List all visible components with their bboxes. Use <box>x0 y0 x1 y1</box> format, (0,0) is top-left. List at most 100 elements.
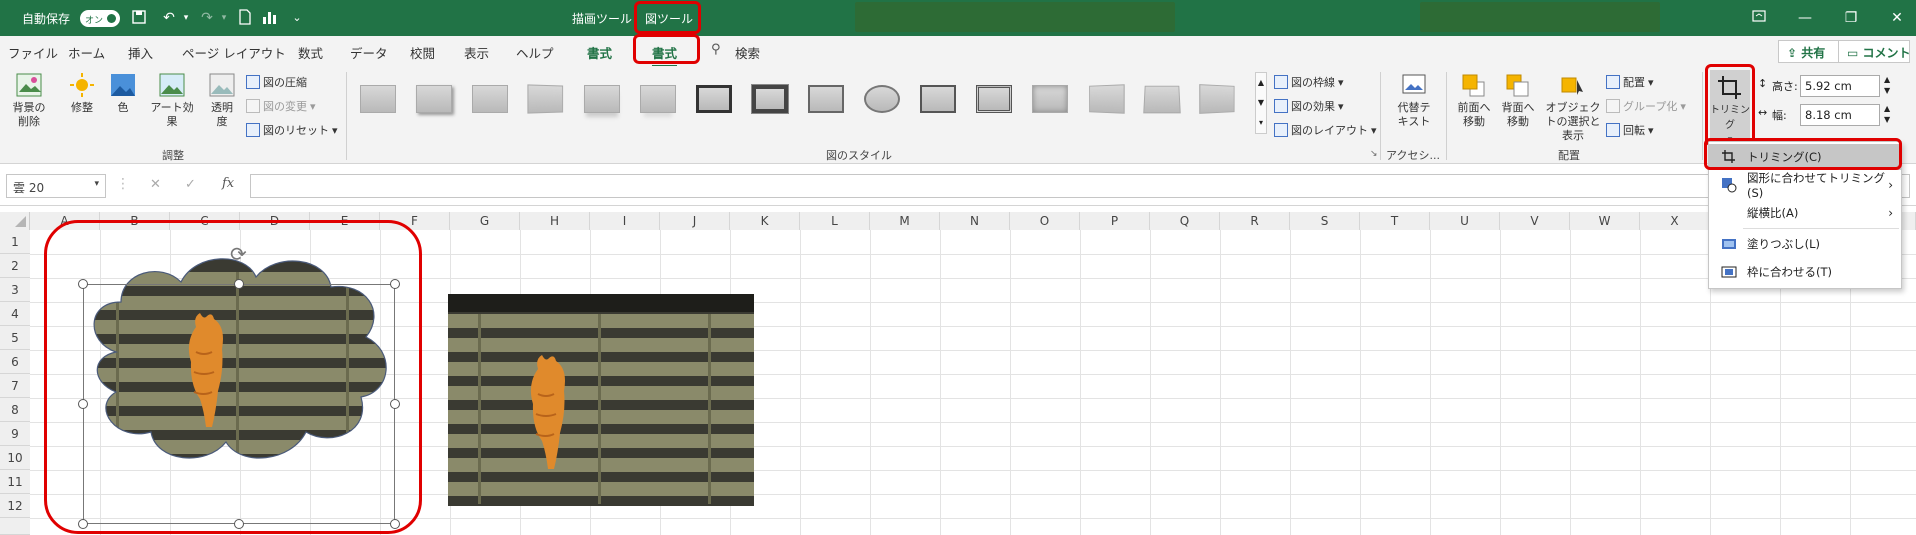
close-icon[interactable]: ✕ <box>1886 7 1908 29</box>
tab-file[interactable]: ファイル <box>8 43 58 62</box>
row-header[interactable]: 12 <box>0 494 30 518</box>
column-header[interactable]: I <box>590 212 660 230</box>
height-input[interactable]: 5.92 cm <box>1800 75 1880 97</box>
reset-picture-button[interactable]: 図のリセット ▾ <box>246 122 338 138</box>
quick-print-icon[interactable] <box>236 9 254 27</box>
picture-style-16[interactable] <box>1196 80 1240 120</box>
artistic-effects-button[interactable]: アート効果 <box>146 72 198 129</box>
picture-style-15[interactable] <box>1140 80 1184 120</box>
tab-page-layout[interactable]: ページ レイアウト <box>182 43 286 62</box>
undo-icon[interactable]: ↶ <box>160 9 178 27</box>
row-header[interactable]: 5 <box>0 326 30 350</box>
menu-item-fit[interactable]: 枠に合わせる(T) <box>1709 259 1901 285</box>
picture-style-6[interactable] <box>636 80 680 120</box>
tab-view[interactable]: 表示 <box>464 43 489 62</box>
color-button[interactable]: 色 <box>108 72 138 115</box>
tab-review[interactable]: 校閲 <box>410 43 435 62</box>
picture-layout-button[interactable]: 図のレイアウト ▾ <box>1274 122 1377 138</box>
column-header[interactable]: X <box>1640 212 1710 230</box>
drag-handle-icon[interactable]: ⋮ <box>116 176 130 192</box>
tab-help[interactable]: ヘルプ <box>516 43 554 62</box>
gallery-up-icon[interactable]: ▲ <box>1256 73 1266 93</box>
column-header[interactable]: L <box>800 212 870 230</box>
row-header[interactable]: 11 <box>0 470 30 494</box>
picture-border-button[interactable]: 図の枠線 ▾ <box>1274 74 1344 90</box>
ribbon-display-options-icon[interactable] <box>1748 7 1770 29</box>
minimize-icon[interactable]: — <box>1794 7 1816 29</box>
select-all-corner[interactable] <box>0 212 30 230</box>
column-header[interactable]: M <box>870 212 940 230</box>
width-input[interactable]: 8.18 cm <box>1800 104 1880 126</box>
column-header[interactable]: R <box>1220 212 1290 230</box>
picture-style-10[interactable] <box>860 80 904 120</box>
tab-insert[interactable]: 挿入 <box>128 43 153 62</box>
chart-icon[interactable] <box>260 9 278 27</box>
column-header[interactable]: T <box>1360 212 1430 230</box>
insert-function-icon[interactable]: fx <box>222 176 234 191</box>
column-header[interactable]: V <box>1500 212 1570 230</box>
column-header[interactable]: P <box>1080 212 1150 230</box>
picture-style-11[interactable] <box>916 80 960 120</box>
picture-style-1[interactable] <box>356 80 400 120</box>
menu-item-aspect-ratio[interactable]: 縦横比(A) › <box>1709 200 1901 226</box>
autosave-toggle[interactable]: オン <box>80 10 120 27</box>
picture-style-4[interactable] <box>524 80 568 120</box>
row-header[interactable]: 7 <box>0 374 30 398</box>
row-header[interactable]: 2 <box>0 254 30 278</box>
column-header[interactable]: J <box>660 212 730 230</box>
gallery-down-icon[interactable]: ▼ <box>1256 93 1266 113</box>
picture-style-3[interactable] <box>468 80 512 120</box>
bring-forward-button[interactable]: 前面へ移動 <box>1452 72 1496 129</box>
search-icon[interactable]: ⚲ <box>711 42 721 57</box>
tab-formulas[interactable]: 数式 <box>298 43 323 62</box>
menu-item-crop-to-shape[interactable]: 図形に合わせてトリミング(S) › <box>1709 171 1901 200</box>
tab-home[interactable]: ホーム <box>68 43 105 62</box>
picture-style-5[interactable] <box>580 80 624 120</box>
alt-text-button[interactable]: 代替テキスト <box>1390 72 1438 129</box>
send-backward-button[interactable]: 背面へ移動 <box>1496 72 1540 129</box>
undo-dropdown-icon[interactable]: ▾ <box>177 9 195 27</box>
row-header[interactable]: 6 <box>0 350 30 374</box>
row-header[interactable]: 10 <box>0 446 30 470</box>
restore-icon[interactable]: ❐ <box>1840 7 1862 29</box>
column-header[interactable]: N <box>940 212 1010 230</box>
row-header[interactable]: 1 <box>0 230 30 254</box>
row-header[interactable]: 4 <box>0 302 30 326</box>
column-header[interactable]: H <box>520 212 590 230</box>
picture-effects-button[interactable]: 図の効果 ▾ <box>1274 98 1344 114</box>
picture-style-12[interactable] <box>972 80 1016 120</box>
dialog-launcher-icon[interactable]: ↘ <box>1370 149 1378 159</box>
picture-style-2[interactable] <box>412 80 456 120</box>
comments-button[interactable]: ▭ コメント <box>1838 40 1911 63</box>
tab-drawing-format[interactable]: 書式 <box>587 43 612 62</box>
remove-background-button[interactable]: 背景の削除 <box>6 72 52 129</box>
name-box[interactable]: 雲 20 ▾ <box>6 174 106 198</box>
gallery-scroll[interactable]: ▲ ▼ ▾ <box>1255 72 1267 134</box>
selection-pane-button[interactable]: オブジェクトの選択と表示 <box>1540 72 1606 143</box>
column-header[interactable]: O <box>1010 212 1080 230</box>
row-header[interactable]: 9 <box>0 422 30 446</box>
share-button[interactable]: ⇪ 共有 <box>1778 40 1843 63</box>
column-header[interactable]: S <box>1290 212 1360 230</box>
row-header[interactable]: 3 <box>0 278 30 302</box>
column-header[interactable]: G <box>450 212 520 230</box>
corrections-button[interactable]: 修整 <box>64 72 100 115</box>
column-header[interactable]: Q <box>1150 212 1220 230</box>
customize-qat-icon[interactable]: ⌄ <box>288 9 306 27</box>
original-cat-picture[interactable] <box>448 294 754 506</box>
column-header[interactable]: W <box>1570 212 1640 230</box>
tab-data[interactable]: データ <box>350 43 388 62</box>
align-button[interactable]: 配置 ▾ <box>1606 74 1654 90</box>
picture-style-9[interactable] <box>804 80 848 120</box>
column-header[interactable]: U <box>1430 212 1500 230</box>
width-spinner-icon[interactable]: ▲ ▼ <box>1884 103 1890 125</box>
chevron-down-icon[interactable]: ▾ <box>94 179 99 189</box>
height-spinner-icon[interactable]: ▲ ▼ <box>1884 74 1890 96</box>
picture-style-14[interactable] <box>1084 80 1128 120</box>
picture-style-7[interactable] <box>692 80 736 120</box>
gallery-more-icon[interactable]: ▾ <box>1256 113 1266 133</box>
menu-item-fill[interactable]: 塗りつぶし(L) <box>1709 231 1901 257</box>
picture-style-13[interactable] <box>1028 80 1072 120</box>
transparency-button[interactable]: 透明度 <box>204 72 240 129</box>
row-header[interactable]: 8 <box>0 398 30 422</box>
